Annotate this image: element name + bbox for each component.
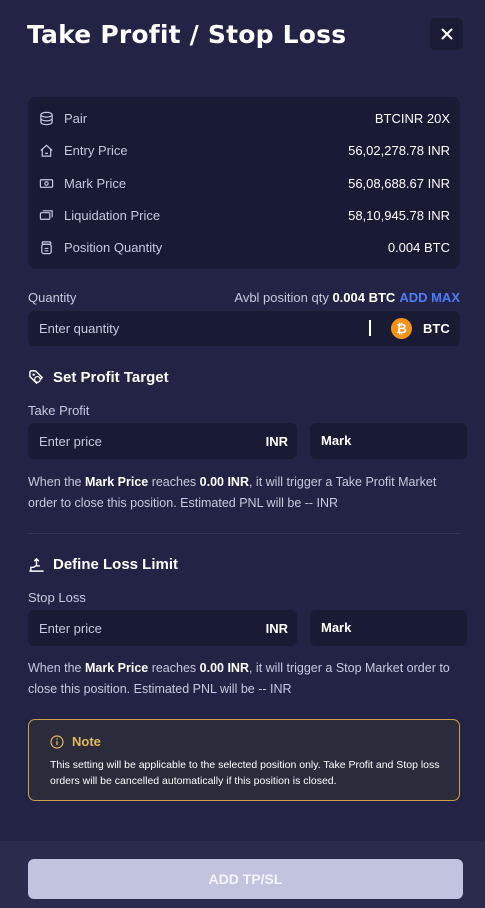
desc-bold: 0.00 INR (199, 475, 249, 489)
info-row-entry-price: Entry Price 56,02,278.78 INR (28, 134, 460, 166)
quantity-field: ₿ BTC (28, 311, 460, 346)
info-icon (50, 735, 64, 749)
info-value: 56,08,688.67 INR (348, 175, 450, 191)
info-row-pair: Pair BTCINR 20X (28, 102, 460, 134)
footer-bar: ADD TP/SL (0, 841, 485, 908)
note-title: Note (72, 734, 101, 749)
position-info-card: Pair BTCINR 20X Entry Price 56,02,278.78… (28, 97, 460, 269)
loss-hand-icon (28, 556, 45, 573)
desc-text: reaches (148, 661, 200, 675)
info-label: Mark Price (64, 175, 127, 191)
desc-bold: Mark Price (84, 661, 149, 675)
take-profit-trigger-value: Mark (321, 433, 352, 448)
close-icon (441, 28, 452, 40)
stop-loss-field: INR (28, 610, 297, 646)
take-profit-field: INR (28, 423, 297, 459)
info-row-liquidation-price: Liquidation Price 58,10,945.78 INR (28, 199, 460, 231)
info-label: Pair (64, 110, 88, 126)
loss-section-header: Define Loss Limit (28, 556, 178, 573)
info-label: Entry Price (64, 142, 128, 158)
avbl-value: 0.004 BTC (332, 290, 396, 305)
modal-header: Take Profit / Stop Loss (0, 0, 485, 70)
quantity-input[interactable] (28, 311, 358, 346)
info-value: 58,10,945.78 INR (348, 207, 450, 223)
take-profit-trigger-select[interactable]: Mark (310, 423, 467, 459)
desc-bold: 0.00 INR (199, 661, 249, 675)
desc-text: reaches (148, 475, 200, 489)
cash-stack-icon (38, 207, 54, 223)
profit-section-header: Set Profit Target (28, 369, 169, 386)
desc-bold: Mark Price (84, 475, 149, 489)
note-box: Note This setting will be applicable to … (28, 719, 460, 801)
stop-loss-input[interactable] (28, 610, 248, 646)
take-profit-label: Take Profit (28, 403, 90, 418)
close-button[interactable] (430, 18, 463, 50)
add-tp-sl-button[interactable]: ADD TP/SL (28, 859, 463, 899)
quantity-currency: BTC (423, 321, 450, 336)
banknote-icon (38, 175, 54, 191)
stop-loss-description: When the Mark Price reaches 0.00 INR, it… (28, 658, 460, 700)
quantity-label: Quantity (28, 290, 77, 305)
loss-section-title: Define Loss Limit (53, 556, 179, 573)
stop-loss-label: Stop Loss (28, 590, 86, 605)
info-row-mark-price: Mark Price 56,08,688.67 INR (28, 167, 460, 199)
take-profit-description: When the Mark Price reaches 0.00 INR, it… (28, 472, 460, 514)
stop-loss-unit: INR (265, 621, 288, 636)
stop-loss-trigger-value: Mark (321, 620, 352, 635)
coin-jar-icon (38, 239, 54, 255)
info-value: 56,02,278.78 INR (348, 142, 450, 158)
home-price-icon (38, 142, 54, 158)
info-row-position-quantity: Position Quantity 0.004 BTC (28, 231, 460, 263)
available-position-qty: Avbl position qty 0.004 BTC ADD MAX (234, 290, 460, 305)
info-value: 0.004 BTC (387, 239, 450, 255)
section-divider (28, 533, 460, 534)
stop-loss-trigger-select[interactable]: Mark (310, 610, 467, 646)
desc-text: When the (28, 475, 85, 489)
profit-tag-icon (28, 369, 45, 386)
info-label: Position Quantity (64, 239, 163, 255)
bitcoin-icon: ₿ (391, 318, 412, 339)
coins-stack-icon (38, 110, 54, 126)
take-profit-unit: INR (265, 434, 288, 449)
take-profit-input[interactable] (28, 423, 248, 459)
add-max-link[interactable]: ADD MAX (399, 290, 460, 305)
desc-text: When the (28, 661, 85, 675)
info-label: Liquidation Price (64, 207, 161, 223)
profit-section-title: Set Profit Target (53, 369, 169, 386)
note-text: This setting will be applicable to the s… (50, 759, 440, 787)
modal-title: Take Profit / Stop Loss (27, 20, 347, 49)
avbl-label: Avbl position qty (234, 290, 329, 305)
info-value: BTCINR 20X (374, 110, 450, 126)
input-divider (369, 320, 371, 336)
